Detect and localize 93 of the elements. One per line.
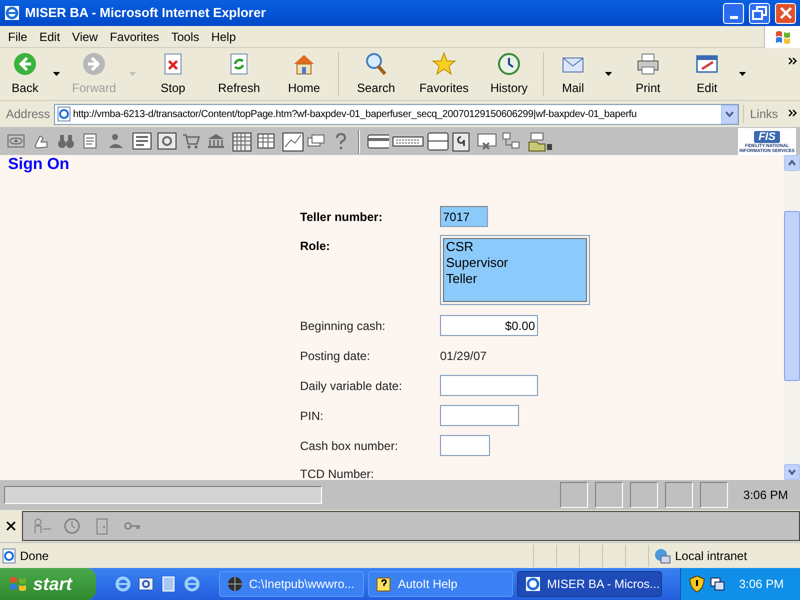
scrollbar[interactable]: [784, 155, 800, 480]
clock-icon: [497, 52, 521, 76]
page-icon: [0, 548, 18, 564]
field-label: PIN:: [300, 408, 324, 425]
browser-icon: [4, 5, 20, 21]
dropdown-button[interactable]: [720, 104, 738, 124]
shield-icon: [689, 575, 705, 593]
windows-logo-icon: [774, 28, 792, 46]
field-label: Teller number:: [300, 209, 384, 226]
toolbar-item[interactable]: Print: [616, 49, 680, 99]
field-value: 01/29/07: [440, 348, 487, 365]
field-label: Posting date:: [300, 348, 372, 365]
close-icon: [780, 7, 792, 19]
links-button[interactable]: Links: [742, 105, 784, 123]
field-label: TCD Number:: [300, 466, 376, 480]
list-option[interactable]: Supervisor: [446, 255, 584, 271]
taskbar-button[interactable]: AutoIt Help: [368, 571, 513, 597]
status-panel: [630, 482, 658, 508]
chart-icon[interactable]: [282, 132, 304, 152]
toolbar-item[interactable]: Favorites: [411, 49, 477, 99]
restore-icon: [752, 6, 767, 20]
zone-label: Local intranet: [675, 548, 748, 564]
drawer-icon[interactable]: [427, 132, 449, 152]
address-label: Address: [5, 106, 50, 123]
menu-item[interactable]: Favorites: [104, 28, 166, 46]
input-field[interactable]: [440, 435, 490, 456]
taskbar-button[interactable]: MISER BA - Micros...: [517, 571, 662, 597]
globe-icon: [226, 575, 244, 593]
input-field[interactable]: 7017: [440, 206, 488, 227]
toolbar-item[interactable]: History: [477, 49, 541, 99]
grid-icon[interactable]: [232, 132, 254, 152]
browser-icon[interactable]: [114, 575, 132, 593]
menu-item[interactable]: File: [2, 28, 34, 46]
toolbar-item[interactable]: Home: [272, 49, 336, 99]
page-heading: Sign On: [7, 155, 70, 175]
menu-item[interactable]: Tools: [165, 28, 206, 46]
address-field[interactable]: http://vmba-6213-d/transactor/Content/topPage.htm?wf-baxpdev-01_baperfuser_secq_20070129150606299|wf-baxpdev-01_baperfu: [54, 104, 739, 124]
form-icon[interactable]: [132, 132, 154, 152]
help-icon: [375, 575, 393, 593]
scroll-down-icon[interactable]: [784, 464, 800, 480]
input-field[interactable]: $0.00: [440, 315, 538, 336]
toolbar-item[interactable]: Refresh: [206, 49, 272, 99]
globe-computer-icon: [653, 546, 671, 564]
receipt-icon[interactable]: [157, 132, 179, 152]
card-icon[interactable]: [367, 132, 389, 152]
page-icon: [55, 106, 74, 122]
field-label: Role:: [300, 238, 331, 255]
window-title: MISER BA - Microsoft Internet Explorer: [25, 4, 267, 22]
field-label: Cash box number:: [300, 438, 400, 455]
toolbar-item[interactable]: Mail: [546, 49, 600, 99]
dropdown-icon[interactable]: [52, 72, 60, 76]
status-panel: [665, 482, 694, 508]
browser-icon[interactable]: [183, 575, 201, 593]
status-panel: [700, 482, 728, 508]
dropdown-icon[interactable]: [604, 72, 612, 76]
input-field[interactable]: [440, 375, 538, 396]
restore-button[interactable]: [749, 2, 770, 24]
role-list[interactable]: CSR Supervisor Teller: [440, 235, 590, 305]
check-deposit-icon[interactable]: [477, 132, 499, 152]
taskbar-button[interactable]: C:\Inetpub\wwwro...: [219, 571, 364, 597]
status-panel: [595, 482, 624, 508]
chevron-down-icon: [724, 111, 734, 117]
printer-icon: [636, 52, 660, 76]
dropdown-icon[interactable]: [738, 72, 746, 76]
mail-icon[interactable]: [137, 575, 155, 593]
folder-lock-icon[interactable]: [527, 132, 553, 152]
menu-item[interactable]: View: [66, 28, 104, 46]
toolbar-item[interactable]: Edit: [680, 49, 734, 99]
minimize-icon: [730, 16, 738, 18]
list-option[interactable]: Teller: [446, 271, 584, 287]
menu-item[interactable]: Edit: [33, 28, 66, 46]
toolbar-item[interactable]: Search: [341, 49, 411, 99]
close-button[interactable]: [775, 2, 796, 24]
input-field[interactable]: [440, 405, 519, 426]
windows-logo-icon: [8, 574, 28, 594]
search-icon: [364, 52, 388, 76]
status-time: 3:06 PM: [742, 487, 789, 504]
status-panel: [560, 482, 588, 508]
field-label: Beginning cash:: [300, 318, 386, 335]
toolbar-item[interactable]: Stop: [140, 49, 206, 99]
network-icon: [709, 575, 725, 593]
field-label: Daily variable date:: [300, 378, 404, 395]
menu-item[interactable]: Help: [205, 28, 242, 46]
scroll-up-icon[interactable]: [784, 155, 800, 171]
minimize-button[interactable]: [723, 2, 744, 24]
toolbar-item[interactable]: Back: [2, 49, 48, 99]
list-option[interactable]: CSR: [446, 239, 584, 255]
clock: 3:06 PM: [738, 576, 784, 593]
browser-icon: [524, 575, 542, 593]
status-text: Done: [19, 548, 50, 564]
star-icon: [432, 52, 456, 76]
toolbar-item: Forward: [64, 49, 124, 99]
start-button[interactable]: start: [0, 568, 96, 600]
